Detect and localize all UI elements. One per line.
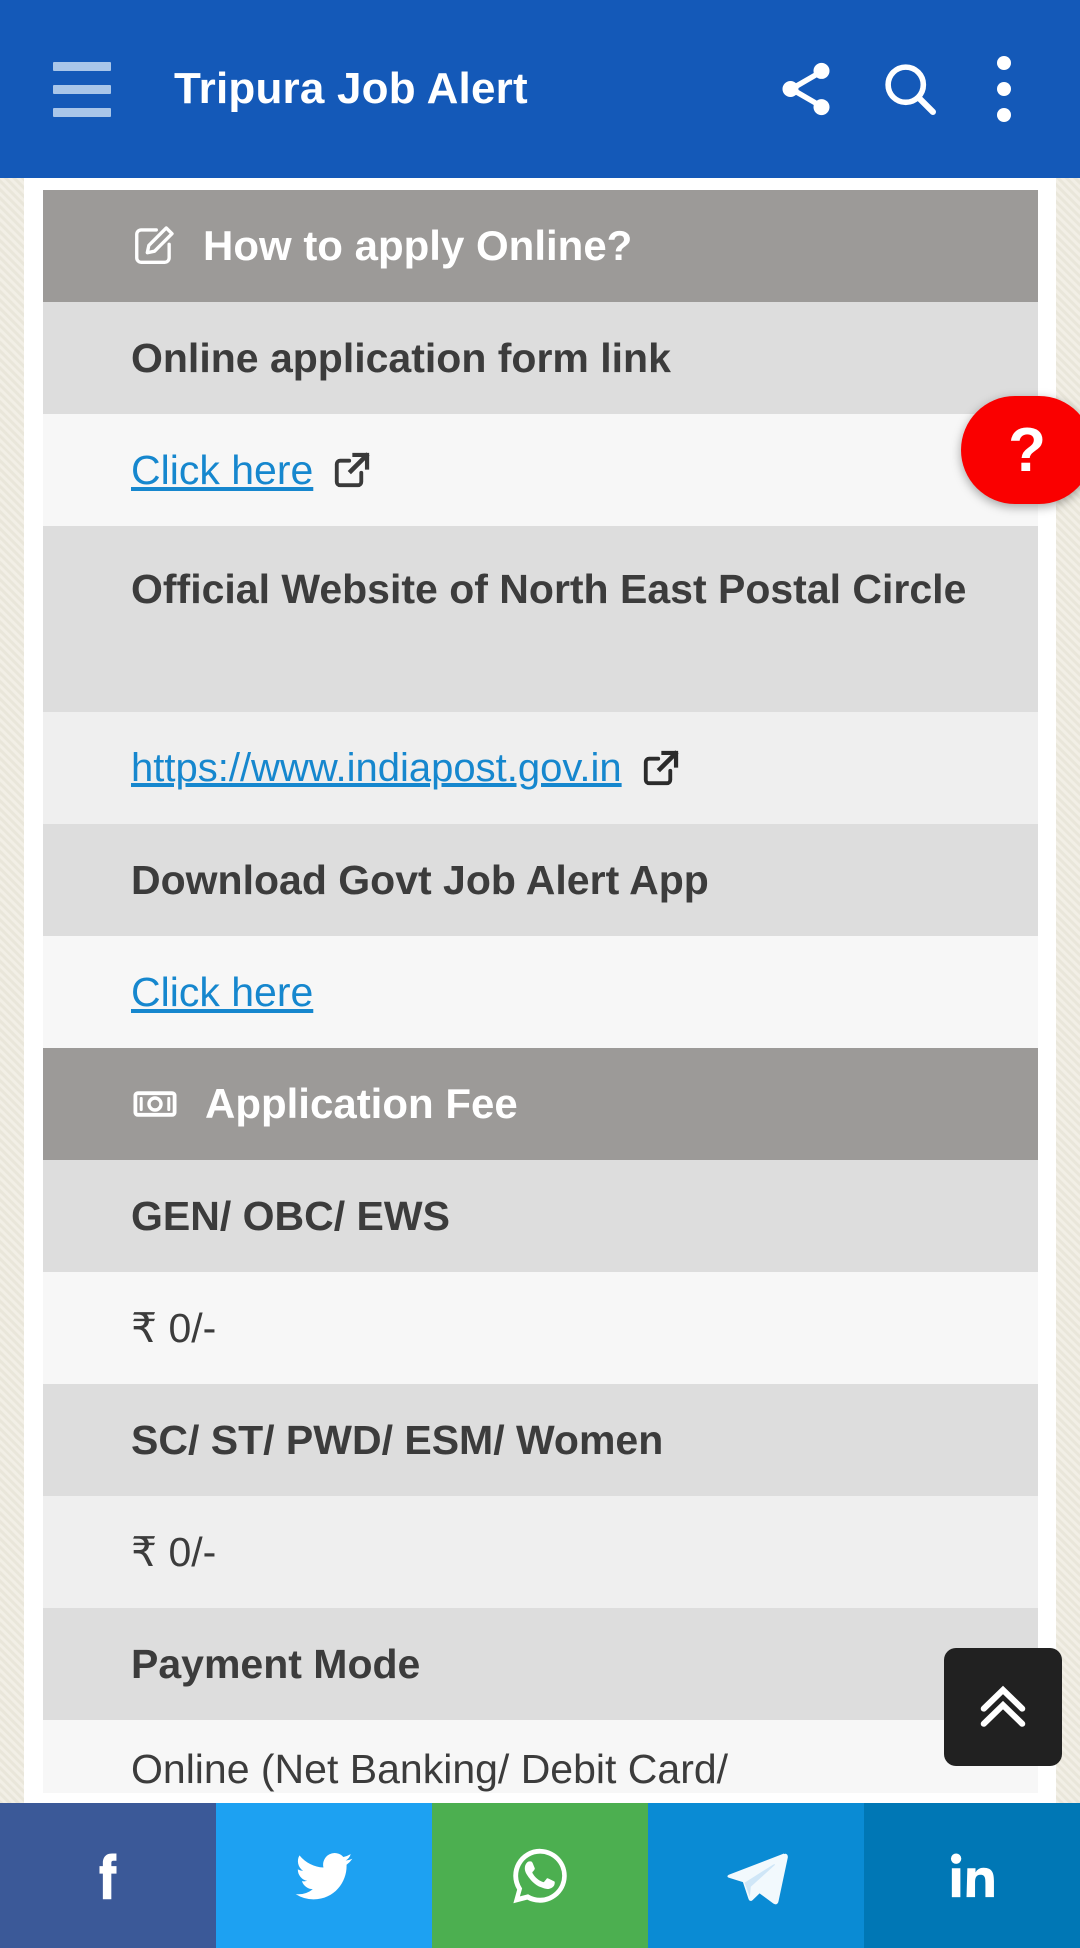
row-label: GEN/ OBC/ EWS xyxy=(131,1192,450,1239)
row-label: Online application form link xyxy=(131,334,671,381)
share-linkedin-button[interactable] xyxy=(864,1803,1080,1948)
scroll-to-top-button[interactable] xyxy=(944,1648,1062,1766)
whatsapp-icon xyxy=(506,1842,574,1910)
section-label: How to apply Online? xyxy=(203,222,633,269)
link-label: Click here xyxy=(131,446,314,493)
table-section-application-fee: Application Fee xyxy=(43,1048,1038,1160)
app-title: Tripura Job Alert xyxy=(174,64,528,113)
app-bar: Tripura Job Alert xyxy=(0,0,1080,178)
menu-bar-3 xyxy=(53,107,111,117)
share-twitter-button[interactable] xyxy=(216,1803,432,1948)
apply-online-link[interactable]: Click here xyxy=(131,447,373,494)
table-row: Online application form link xyxy=(43,302,1038,414)
help-floating-button[interactable]: ? xyxy=(961,396,1080,504)
menu-bar-2 xyxy=(53,84,111,94)
banknote-icon xyxy=(131,1080,179,1128)
row-label: Official Website of North East Postal Ci… xyxy=(131,566,967,612)
menu-bar-1 xyxy=(53,61,111,71)
table-row: SC/ ST/ PWD/ ESM/ Women xyxy=(43,1384,1038,1496)
table-row: Download Govt Job Alert App xyxy=(43,824,1038,936)
table-row: Official Website of North East Postal Ci… xyxy=(43,526,1038,712)
more-vertical-icon[interactable] xyxy=(962,37,1046,141)
hamburger-menu-icon[interactable] xyxy=(34,41,130,137)
facebook-icon xyxy=(77,1845,139,1907)
table-row: Click here xyxy=(43,936,1038,1048)
double-chevron-up-icon xyxy=(970,1674,1036,1740)
table-row: https://www.indiapost.gov.in xyxy=(43,712,1038,824)
share-whatsapp-button[interactable] xyxy=(432,1803,648,1948)
telegram-plane-icon xyxy=(721,1841,791,1911)
table-row: ₹ 0/- xyxy=(43,1496,1038,1608)
social-share-bar xyxy=(0,1803,1080,1948)
table-row: GEN/ OBC/ EWS xyxy=(43,1160,1038,1272)
job-details-table: How to apply Online? Online application … xyxy=(43,190,1038,1793)
overflow-dot-2 xyxy=(997,82,1011,96)
row-label: SC/ ST/ PWD/ ESM/ Women xyxy=(131,1416,664,1463)
linkedin-icon xyxy=(941,1845,1003,1907)
overflow-dot-1 xyxy=(997,56,1011,70)
section-label: Application Fee xyxy=(205,1080,518,1127)
row-label: Payment Mode xyxy=(131,1640,421,1687)
twitter-bird-icon xyxy=(290,1842,358,1910)
share-facebook-button[interactable] xyxy=(0,1803,216,1948)
article-page: How to apply Online? Online application … xyxy=(24,178,1056,1803)
table-row: Online (Net Banking/ Debit Card/ xyxy=(43,1720,1038,1793)
edit-square-icon xyxy=(131,223,177,269)
link-label: Click here xyxy=(131,968,314,1015)
link-label: https://www.indiapost.gov.in xyxy=(131,745,622,790)
download-app-link[interactable]: Click here xyxy=(131,969,313,1016)
table-row: ₹ 0/- xyxy=(43,1272,1038,1384)
row-value: ₹ 0/- xyxy=(131,1529,217,1575)
external-link-icon xyxy=(331,449,373,491)
external-link-icon xyxy=(640,747,682,789)
row-value: ₹ 0/- xyxy=(131,1305,217,1351)
help-question-icon: ? xyxy=(1008,415,1046,485)
share-telegram-button[interactable] xyxy=(648,1803,864,1948)
table-row: Click here xyxy=(43,414,1038,526)
table-section-how-to-apply: How to apply Online? xyxy=(43,190,1038,302)
share-icon[interactable] xyxy=(754,37,858,141)
overflow-dot-3 xyxy=(997,108,1011,122)
official-website-link[interactable]: https://www.indiapost.gov.in xyxy=(131,746,682,791)
row-label: Download Govt Job Alert App xyxy=(131,856,709,903)
search-icon[interactable] xyxy=(858,37,962,141)
row-value: Online (Net Banking/ Debit Card/ xyxy=(131,1746,729,1792)
table-row: Payment Mode xyxy=(43,1608,1038,1720)
